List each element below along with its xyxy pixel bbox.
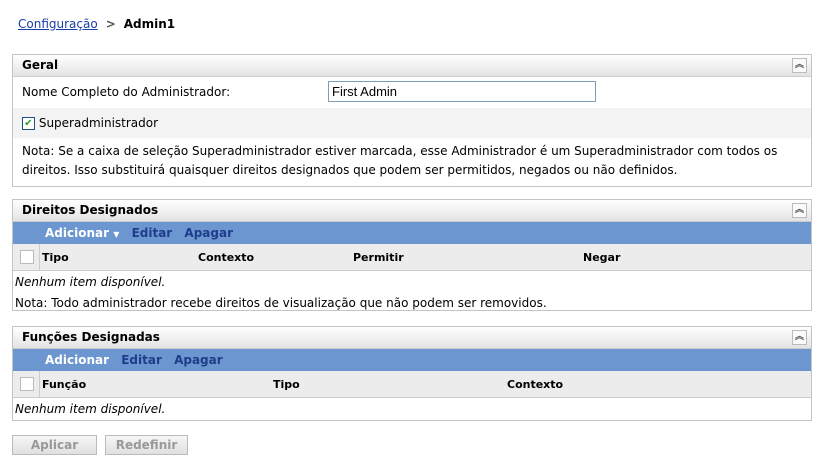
delete-button[interactable]: Apagar [174, 353, 223, 367]
geral-header: Geral ︽ [13, 55, 811, 77]
geral-note: Nota: Se a caixa de seleção Superadminis… [22, 144, 778, 177]
direitos-toolbar: Adicionar ▼ Editar Apagar [13, 222, 811, 244]
direitos-header: Direitos Designados ︽ [13, 200, 811, 222]
edit-button[interactable]: Editar [132, 226, 173, 240]
collapse-icon[interactable]: ︽ [792, 58, 807, 73]
geral-panel: Geral ︽ Nome Completo do Administrador: ✔… [12, 54, 812, 187]
direitos-empty: Nenhum item disponível. [15, 275, 166, 289]
superadmin-label: Superadministrador [38, 116, 159, 130]
funcoes-panel: Funções Designadas ︽ Adicionar Editar Apa… [12, 326, 812, 421]
breadcrumb-configuracao-link[interactable]: Configuração [18, 17, 98, 31]
column-negar[interactable]: Negar [583, 251, 620, 264]
name-label: Nome Completo do Administrador: [22, 85, 231, 99]
name-row: Nome Completo do Administrador: [13, 77, 811, 108]
select-all-checkbox[interactable] [20, 377, 34, 391]
superadmin-checkbox[interactable]: ✔ [22, 117, 35, 130]
select-all-checkbox[interactable] [20, 250, 34, 264]
funcoes-header: Funções Designadas ︽ [13, 327, 811, 349]
direitos-column-header: Tipo Contexto Permitir Negar [13, 244, 811, 271]
page-title: Admin1 [123, 17, 176, 31]
direitos-panel: Direitos Designados ︽ Adicionar ▼ Editar … [12, 199, 812, 311]
column-tipo[interactable]: Tipo [273, 378, 300, 391]
collapse-icon[interactable]: ︽ [792, 330, 807, 345]
breadcrumb: Configuração > Admin1 [18, 17, 175, 31]
dropdown-arrow-icon: ▼ [113, 230, 120, 239]
funcoes-empty: Nenhum item disponível. [15, 402, 166, 416]
add-button[interactable]: Adicionar [45, 353, 109, 367]
add-button[interactable]: Adicionar ▼ [45, 226, 119, 240]
column-contexto[interactable]: Contexto [507, 378, 563, 391]
column-funcao[interactable]: Função [42, 378, 86, 391]
direitos-title: Direitos Designados [22, 203, 159, 217]
funcoes-toolbar: Adicionar Editar Apagar [13, 349, 811, 371]
superadmin-row: ✔ Superadministrador [13, 108, 811, 138]
column-permitir[interactable]: Permitir [353, 251, 404, 264]
collapse-icon[interactable]: ︽ [792, 203, 807, 218]
column-tipo[interactable]: Tipo [42, 251, 69, 264]
delete-button[interactable]: Apagar [184, 226, 233, 240]
add-label: Adicionar [45, 226, 110, 240]
breadcrumb-separator: > [105, 17, 116, 31]
apply-button[interactable]: Aplicar [12, 435, 97, 455]
reset-button[interactable]: Redefinir [105, 435, 188, 455]
name-input[interactable] [328, 81, 596, 102]
edit-button[interactable]: Editar [121, 353, 162, 367]
column-contexto[interactable]: Contexto [198, 251, 254, 264]
geral-title: Geral [22, 58, 59, 72]
funcoes-column-header: Função Tipo Contexto [13, 371, 811, 398]
funcoes-title: Funções Designadas [22, 330, 160, 344]
direitos-note: Nota: Todo administrador recebe direitos… [15, 296, 547, 310]
